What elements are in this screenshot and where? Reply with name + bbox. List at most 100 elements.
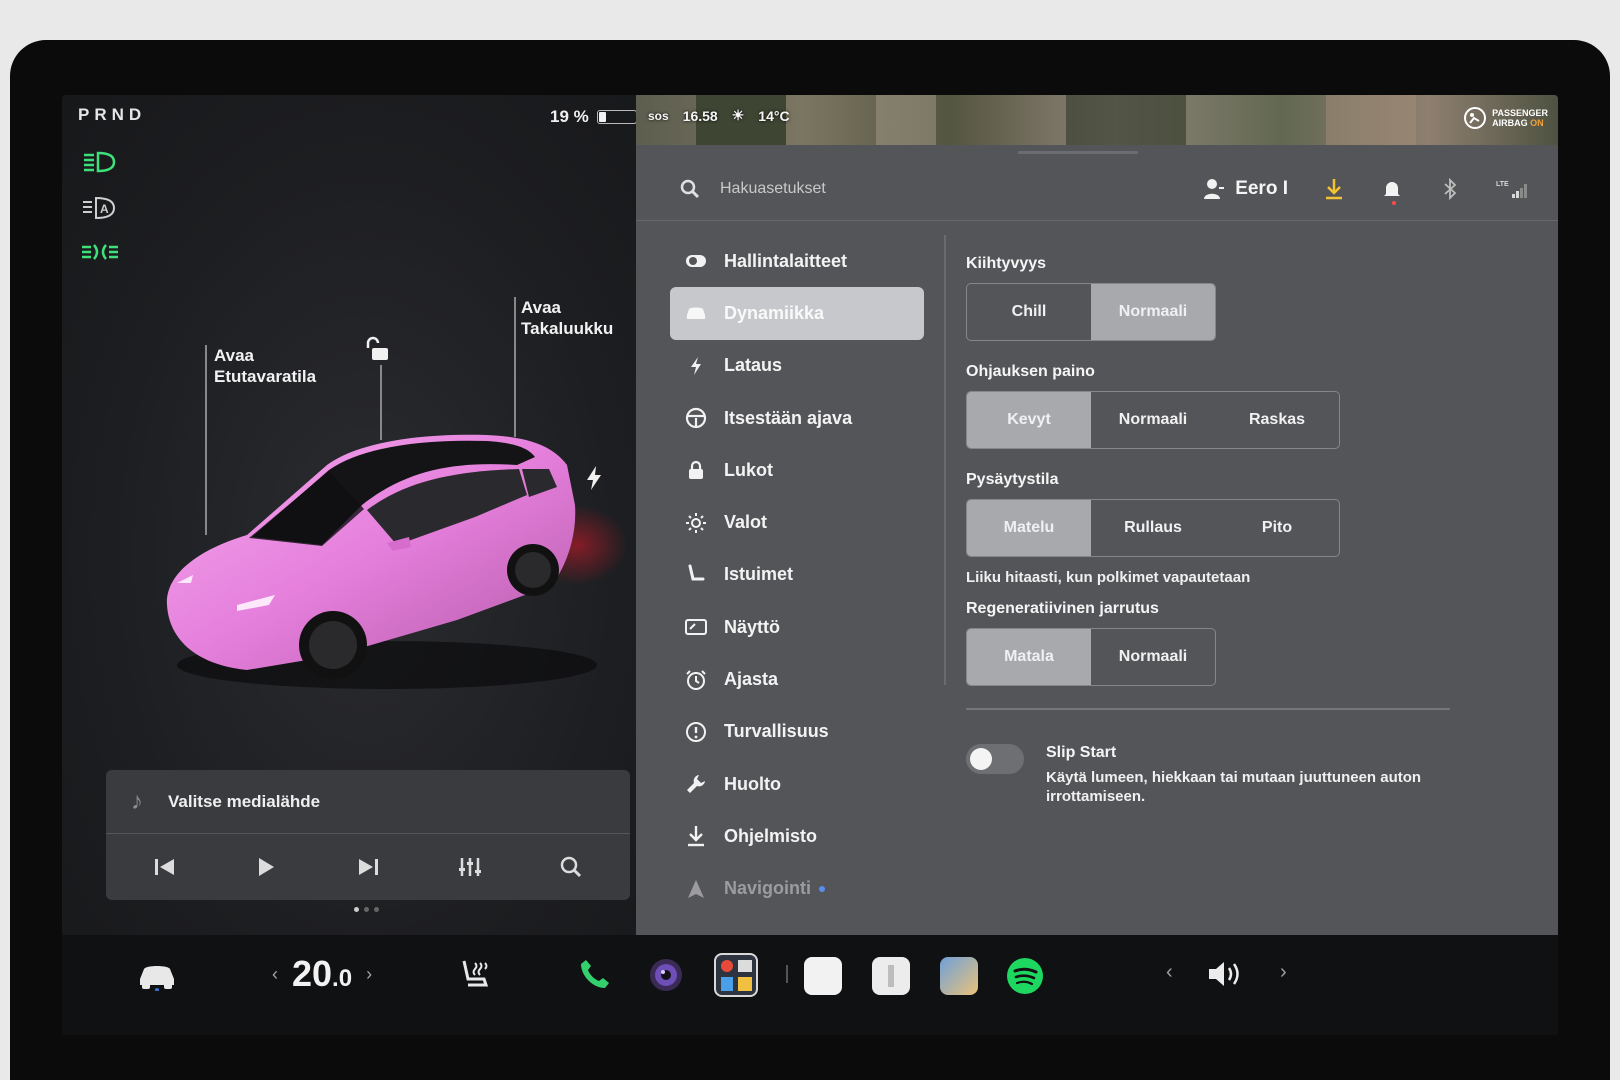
unlock-icon[interactable] [364, 335, 392, 363]
camera-app-button[interactable] [648, 957, 684, 993]
auto-headlight-icon: A [83, 196, 116, 220]
toggle-icon [684, 249, 708, 273]
menu-item-valot[interactable]: Valot [670, 496, 924, 548]
regen-option-normaali[interactable]: Normaali [1091, 629, 1215, 685]
previous-icon [154, 859, 174, 875]
section-title: Kiihtyvyys [966, 255, 1047, 272]
toybox-app-button[interactable] [714, 953, 758, 997]
settings-search[interactable]: Hakuasetukset [680, 179, 826, 199]
section-title: Regeneratiivinen jarrutus [966, 600, 1159, 617]
download-icon [1326, 179, 1342, 200]
menu-item-label: Valot [724, 512, 768, 533]
camera-icon [650, 959, 682, 991]
stopping-mode-description: Liiku hitaasti, kun polkimet vapautetaan [966, 569, 1251, 586]
bolt-icon [684, 354, 708, 378]
bottom-dock: ‹ 20.0 › ‹ › [62, 935, 1558, 1035]
menu-item-ohjelmisto[interactable]: Ohjelmisto [670, 810, 924, 862]
search-icon [560, 856, 582, 878]
drag-handle[interactable] [1018, 151, 1138, 154]
seat-icon [684, 563, 708, 587]
svg-text:LTE: LTE [1496, 181, 1509, 188]
volume-up-button[interactable]: › [1280, 961, 1287, 984]
steering-option-normaali[interactable]: Normaali [1091, 392, 1215, 448]
battery-indicator: 19 % [550, 107, 637, 127]
menu-item-hallintalaitteet[interactable]: Hallintalaitteet [670, 235, 924, 287]
regen-braking-selector: Matala Normaali [966, 628, 1216, 686]
menu-item-itsestään-ajava[interactable]: Itsestään ajava [670, 392, 924, 444]
stopping-option-matelu[interactable]: Matelu [967, 500, 1091, 556]
slip-start-title: Slip Start [1046, 743, 1117, 761]
menu-item-label: Lataus [724, 355, 783, 376]
slip-start-toggle[interactable] [966, 743, 1024, 774]
open-frunk-button[interactable]: Avaa Etutavaratila [214, 345, 316, 387]
menu-item-navigointi[interactable]: Navigointi [670, 863, 924, 915]
volume-down-button[interactable]: ‹ [1166, 961, 1173, 984]
temp-decrease-button[interactable]: ‹ [272, 964, 278, 985]
media-source-selector[interactable]: ♪ Valitse medialähde [106, 770, 630, 834]
temp-increase-button[interactable]: › [366, 964, 372, 985]
section-title: Pysäytystila [966, 471, 1059, 488]
acceleration-option-normaali[interactable]: Normaali [1091, 284, 1215, 340]
section-title: Ohjauksen paino [966, 363, 1095, 380]
alarm-clock-icon [684, 668, 708, 692]
media-search-button[interactable] [554, 850, 588, 884]
gear-indicator: PRND [78, 105, 147, 124]
parking-light-icon [82, 244, 118, 260]
charge-port-bolt-icon[interactable] [584, 465, 604, 491]
menu-item-turvallisuus[interactable]: Turvallisuus [670, 706, 924, 758]
software-update-button[interactable] [1322, 177, 1346, 201]
acceleration-option-chill[interactable]: Chill [967, 284, 1091, 340]
touchscreen: PRND A 19 % Avaa Etutavaratila Avaa Taka… [62, 95, 1558, 1035]
open-trunk-button[interactable]: Avaa Takaluukku [521, 297, 613, 339]
menu-item-dynamiikka[interactable]: Dynamiikka [670, 287, 924, 340]
equalizer-button[interactable] [453, 850, 487, 884]
calendar-app-button[interactable] [804, 957, 842, 995]
next-icon [358, 859, 378, 875]
menu-item-näyttö[interactable]: Näyttö [670, 601, 924, 653]
notes-icon [872, 957, 910, 995]
menu-item-label: Turvallisuus [724, 721, 829, 742]
dynamics-settings: Kiihtyvyys Chill Normaali Ohjauksen paino… [966, 255, 1526, 806]
navigation-icon [684, 877, 708, 901]
menu-item-istuimet[interactable]: Istuimet [670, 549, 924, 601]
menu-item-huolto[interactable]: Huolto [670, 758, 924, 810]
new-indicator-dot [819, 885, 826, 892]
phone-app-button[interactable] [578, 957, 612, 991]
steering-option-kevyt[interactable]: Kevyt [967, 392, 1091, 448]
menu-item-lataus[interactable]: Lataus [670, 340, 924, 392]
steering-section: Ohjauksen paino Kevyt Normaali Raskas [966, 363, 1526, 449]
volume-button[interactable] [1206, 959, 1244, 989]
page-indicator [354, 907, 379, 912]
car-icon [684, 301, 708, 325]
stopping-option-rullaus[interactable]: Rullaus [1091, 500, 1215, 556]
sos-icon[interactable]: sos [648, 109, 669, 123]
media-title: Valitse medialähde [168, 791, 321, 811]
notifications-button[interactable] [1380, 177, 1404, 205]
temperature-value[interactable]: 20.0 [292, 953, 352, 995]
next-track-button[interactable] [351, 850, 385, 884]
driver-profile-button[interactable]: Eero I [1203, 178, 1288, 200]
dashcam-app-button[interactable] [940, 957, 978, 995]
regen-option-matala[interactable]: Matala [967, 629, 1091, 685]
menu-divider [944, 235, 946, 685]
battery-percent: 19 % [550, 107, 589, 126]
previous-track-button[interactable] [148, 850, 182, 884]
play-button[interactable] [249, 850, 283, 884]
menu-item-label: Hallintalaitteet [724, 250, 848, 271]
search-icon [680, 179, 700, 198]
map-strip[interactable]: sos 16.58 ☀ 14°C PASSENGER AIRBAG ON [636, 95, 1558, 145]
spotify-icon [1007, 958, 1043, 994]
search-input[interactable]: Hakuasetukset [720, 180, 826, 198]
stopping-mode-section: Pysäytystila Matelu Rullaus Pito Liiku hit… [966, 471, 1526, 586]
notes-app-button[interactable] [872, 957, 910, 995]
stopping-option-pito[interactable]: Pito [1215, 500, 1339, 556]
menu-item-lukot[interactable]: Lukot [670, 444, 924, 496]
bluetooth-button[interactable] [1438, 177, 1462, 201]
steering-option-raskas[interactable]: Raskas [1215, 392, 1339, 448]
spotify-app-button[interactable] [1006, 957, 1044, 995]
play-icon [259, 858, 275, 876]
menu-item-ajasta[interactable]: Ajasta [670, 653, 924, 705]
seat-heater-button[interactable] [458, 957, 492, 991]
car-menu-button[interactable] [136, 957, 178, 991]
passenger-airbag-indicator: PASSENGER AIRBAG ON [1463, 106, 1548, 130]
